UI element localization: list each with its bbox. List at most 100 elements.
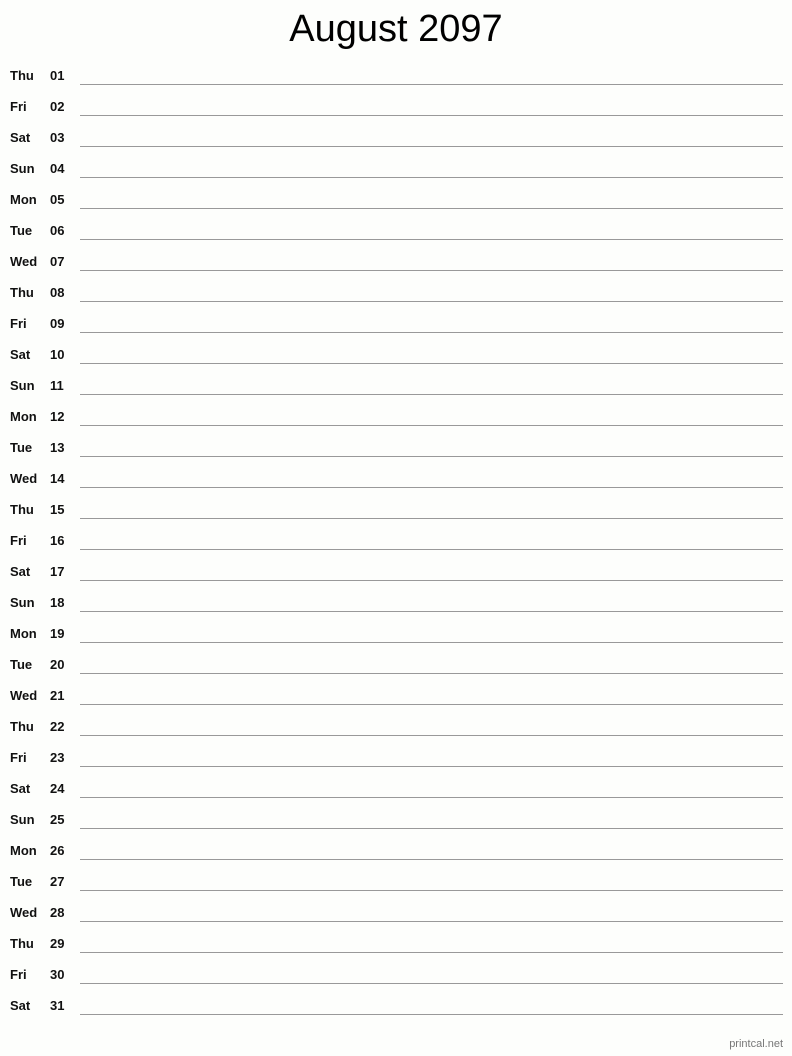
- day-of-week: Fri: [10, 99, 27, 114]
- day-number: 04: [50, 161, 65, 176]
- writing-line: [80, 828, 783, 829]
- writing-line: [80, 487, 783, 488]
- day-row: Wed 28: [0, 899, 792, 930]
- day-number: 15: [50, 502, 65, 517]
- day-number: 08: [50, 285, 65, 300]
- day-of-week: Fri: [10, 316, 27, 331]
- day-number: 22: [50, 719, 65, 734]
- day-number: 05: [50, 192, 65, 207]
- writing-line: [80, 859, 783, 860]
- day-row: Thu 29: [0, 930, 792, 961]
- day-of-week: Sat: [10, 564, 31, 579]
- writing-line: [80, 952, 783, 953]
- day-of-week: Mon: [10, 192, 37, 207]
- day-of-week: Fri: [10, 750, 27, 765]
- writing-line: [80, 425, 783, 426]
- day-of-week: Tue: [10, 223, 33, 238]
- day-row: Fri 23: [0, 744, 792, 775]
- day-row: Fri 30: [0, 961, 792, 992]
- writing-line: [80, 766, 783, 767]
- day-number: 29: [50, 936, 65, 951]
- day-of-week: Thu: [10, 285, 34, 300]
- day-number: 19: [50, 626, 65, 641]
- writing-line: [80, 301, 783, 302]
- day-of-week: Mon: [10, 843, 37, 858]
- day-number: 01: [50, 68, 65, 83]
- writing-line: [80, 394, 783, 395]
- writing-line: [80, 580, 783, 581]
- day-number: 06: [50, 223, 65, 238]
- day-of-week: Thu: [10, 936, 34, 951]
- day-number: 21: [50, 688, 65, 703]
- writing-line: [80, 611, 783, 612]
- day-row: Sun 04: [0, 155, 792, 186]
- day-number: 30: [50, 967, 65, 982]
- day-number: 12: [50, 409, 65, 424]
- day-row: Wed 14: [0, 465, 792, 496]
- day-list: Thu 01 Fri 02 Sat 03 Sun 04 Mon 05 Tue 06 Wed 07 Thu 08…: [0, 62, 792, 1023]
- day-of-week: Wed: [10, 688, 38, 703]
- writing-line: [80, 890, 783, 891]
- day-row: Mon 05: [0, 186, 792, 217]
- day-number: 26: [50, 843, 65, 858]
- day-number: 28: [50, 905, 65, 920]
- day-row: Sat 24: [0, 775, 792, 806]
- day-of-week: Wed: [10, 905, 38, 920]
- writing-line: [80, 146, 783, 147]
- day-of-week: Sun: [10, 812, 35, 827]
- day-row: Sat 31: [0, 992, 792, 1023]
- writing-line: [80, 177, 783, 178]
- day-number: 02: [50, 99, 65, 114]
- day-number: 23: [50, 750, 65, 765]
- day-of-week: Sat: [10, 130, 31, 145]
- writing-line: [80, 115, 783, 116]
- day-row: Wed 07: [0, 248, 792, 279]
- day-row: Fri 02: [0, 93, 792, 124]
- day-of-week: Fri: [10, 533, 27, 548]
- day-number: 24: [50, 781, 65, 796]
- writing-line: [80, 921, 783, 922]
- day-row: Thu 01: [0, 62, 792, 93]
- day-number: 10: [50, 347, 65, 362]
- day-row: Sat 03: [0, 124, 792, 155]
- day-of-week: Wed: [10, 471, 38, 486]
- day-of-week: Sat: [10, 998, 31, 1013]
- day-row: Thu 15: [0, 496, 792, 527]
- day-row: Sat 10: [0, 341, 792, 372]
- day-of-week: Sun: [10, 595, 35, 610]
- day-number: 07: [50, 254, 65, 269]
- writing-line: [80, 84, 783, 85]
- writing-line: [80, 270, 783, 271]
- day-number: 16: [50, 533, 65, 548]
- writing-line: [80, 983, 783, 984]
- day-row: Mon 19: [0, 620, 792, 651]
- day-number: 31: [50, 998, 65, 1013]
- writing-line: [80, 797, 783, 798]
- day-of-week: Mon: [10, 626, 37, 641]
- writing-line: [80, 1014, 783, 1015]
- day-row: Mon 12: [0, 403, 792, 434]
- writing-line: [80, 549, 783, 550]
- day-number: 18: [50, 595, 65, 610]
- day-of-week: Fri: [10, 967, 27, 982]
- writing-line: [80, 673, 783, 674]
- day-of-week: Tue: [10, 657, 33, 672]
- day-row: Fri 09: [0, 310, 792, 341]
- day-row: Tue 13: [0, 434, 792, 465]
- writing-line: [80, 735, 783, 736]
- day-number: 09: [50, 316, 65, 331]
- writing-line: [80, 456, 783, 457]
- day-of-week: Mon: [10, 409, 37, 424]
- day-of-week: Wed: [10, 254, 38, 269]
- footer-credit: printcal.net: [729, 1038, 783, 1050]
- day-number: 14: [50, 471, 65, 486]
- writing-line: [80, 642, 783, 643]
- day-row: Wed 21: [0, 682, 792, 713]
- day-number: 17: [50, 564, 65, 579]
- day-row: Sat 17: [0, 558, 792, 589]
- day-of-week: Thu: [10, 719, 34, 734]
- writing-line: [80, 208, 783, 209]
- writing-line: [80, 332, 783, 333]
- day-number: 20: [50, 657, 65, 672]
- day-of-week: Tue: [10, 874, 33, 889]
